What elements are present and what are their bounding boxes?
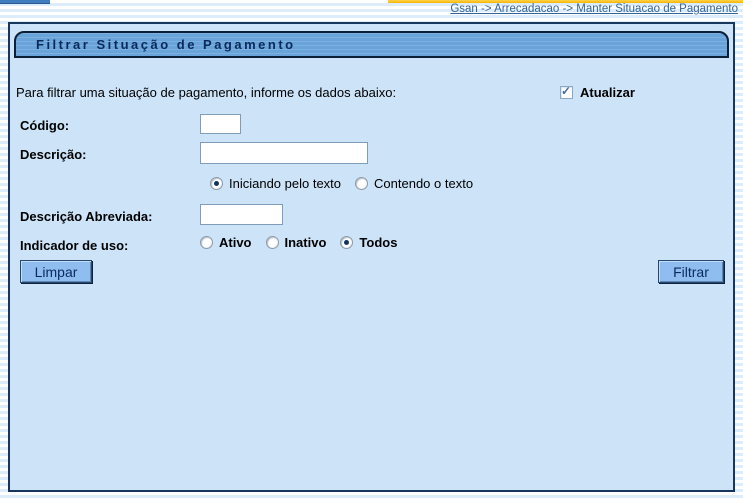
codigo-label: Código: (20, 118, 69, 133)
descricao-label: Descrição: (20, 147, 86, 162)
radio-contendo-label: Contendo o texto (374, 176, 473, 191)
atualizar-label: Atualizar (580, 85, 635, 100)
filtrar-button[interactable]: Filtrar (658, 260, 724, 283)
page-title: Filtrar Situação de Pagamento (14, 31, 729, 58)
radio-inativo-label: Inativo (285, 235, 327, 250)
top-left-blue-bar (0, 0, 50, 4)
descricao-input[interactable] (200, 142, 368, 164)
radio-inativo[interactable] (266, 236, 279, 249)
atualizar-checkbox[interactable]: ✓ (560, 86, 573, 99)
radio-contendo-o-texto[interactable] (355, 177, 368, 190)
indicador-de-uso-label: Indicador de uso: (20, 238, 128, 253)
breadcrumb[interactable]: Gsan -> Arrecadacao -> Manter Situacao d… (450, 3, 738, 15)
codigo-input[interactable] (200, 114, 241, 134)
radio-todos[interactable] (340, 236, 353, 249)
filter-panel: Filtrar Situação de Pagamento Para filtr… (8, 22, 735, 492)
radio-iniciando-label: Iniciando pelo texto (229, 176, 341, 191)
descricao-abreviada-label: Descrição Abreviada: (20, 209, 152, 224)
top-strip: Gsan -> Arrecadacao -> Manter Situacao d… (0, 0, 743, 22)
radio-ativo-label: Ativo (219, 235, 252, 250)
check-icon: ✓ (561, 85, 571, 98)
radio-iniciando-pelo-texto[interactable] (210, 177, 223, 190)
radio-todos-label: Todos (359, 235, 397, 250)
limpar-button[interactable]: Limpar (20, 260, 92, 283)
descricao-abreviada-input[interactable] (200, 204, 283, 225)
radio-ativo[interactable] (200, 236, 213, 249)
intro-text: Para filtrar uma situação de pagamento, … (16, 85, 396, 100)
